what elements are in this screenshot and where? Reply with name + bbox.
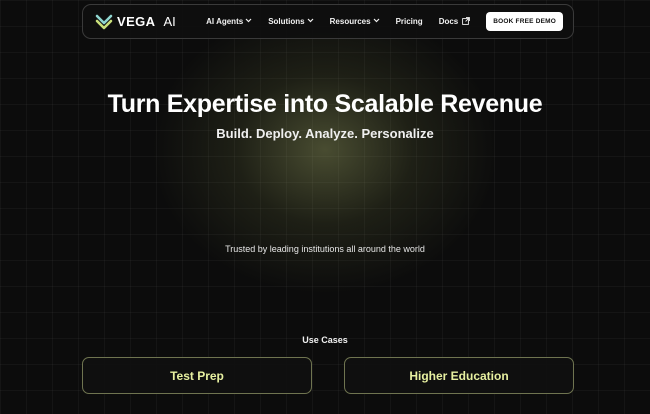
use-case-card-label: Test Prep: [170, 368, 224, 383]
chevron-down-icon: [307, 18, 314, 25]
nav-item-resources[interactable]: Resources: [322, 17, 388, 26]
nav-item-label: Pricing: [395, 17, 423, 26]
nav-item-pricing[interactable]: Pricing: [388, 17, 431, 26]
top-navbar: VEGA AI AI Agents Solutions Resources Pr…: [82, 4, 574, 39]
nav-item-label: Resources: [329, 17, 371, 26]
background-grid: [0, 0, 650, 414]
background-glow: [145, 0, 505, 300]
use-case-card-label: Higher Education: [409, 368, 509, 383]
book-free-demo-button[interactable]: BOOK FREE DEMO: [486, 12, 563, 31]
nav-item-ai-agents[interactable]: AI Agents: [198, 17, 260, 26]
brand-suffix: AI: [163, 14, 176, 29]
brand-logo[interactable]: VEGA AI: [95, 14, 176, 30]
nav-item-label: Solutions: [268, 17, 305, 26]
nav-item-label: Docs: [438, 17, 459, 26]
external-link-icon: [462, 16, 471, 27]
brand-name: VEGA: [117, 14, 156, 29]
double-chevron-logo-icon: [95, 14, 113, 30]
trusted-by-text: Trusted by leading institutions all arou…: [225, 244, 425, 254]
chevron-down-icon: [373, 18, 380, 25]
nav-item-docs[interactable]: Docs: [431, 16, 479, 27]
use-cases-heading: Use Cases: [302, 335, 348, 345]
use-case-card-test-prep[interactable]: Test Prep: [82, 357, 312, 394]
hero-subtitle: Build. Deploy. Analyze. Personalize: [216, 126, 434, 141]
hero-title: Turn Expertise into Scalable Revenue: [107, 90, 543, 118]
nav-item-label: AI Agents: [206, 17, 244, 26]
nav-links: AI Agents Solutions Resources Pricing Do…: [198, 12, 563, 31]
chevron-down-icon: [245, 18, 252, 25]
nav-item-solutions[interactable]: Solutions: [260, 17, 321, 26]
use-case-card-higher-education[interactable]: Higher Education: [344, 357, 574, 394]
